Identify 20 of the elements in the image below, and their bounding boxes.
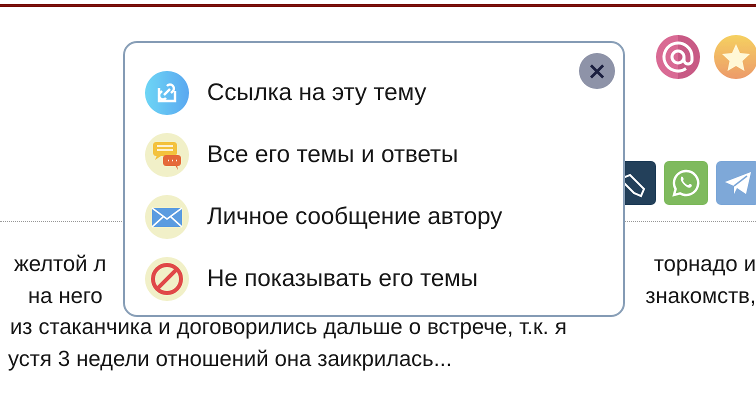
menu-item[interactable]: Ссылка на эту тему [207, 79, 426, 107]
envelope-icon [145, 195, 189, 239]
menu-item[interactable]: Все его темы и ответы [207, 141, 458, 169]
prohibited-icon [145, 257, 189, 301]
whatsapp-button[interactable] [664, 161, 708, 205]
link-icon [145, 71, 189, 115]
text-line: из стаканчика и договорились дальше о встрече, т.к. я [9, 313, 567, 341]
at-icon[interactable] [656, 35, 700, 79]
telegram-button[interactable] [716, 161, 756, 205]
text-line: торнадо и [654, 250, 756, 278]
text-line: на него [27, 282, 103, 310]
text-line: желтой л [13, 250, 106, 278]
close-button[interactable]: × [579, 53, 615, 89]
phone-bubble-icon [670, 167, 702, 199]
menu-item[interactable]: Не показывать его темы [207, 265, 478, 293]
text-line: знакомств, [645, 282, 756, 310]
menu-item[interactable]: Личное сообщение автору [207, 203, 502, 231]
star-icon[interactable] [714, 35, 756, 79]
chat-bubbles-icon [145, 133, 189, 177]
text-line: устя 3 недели отношений она заикрилась... [7, 344, 452, 373]
